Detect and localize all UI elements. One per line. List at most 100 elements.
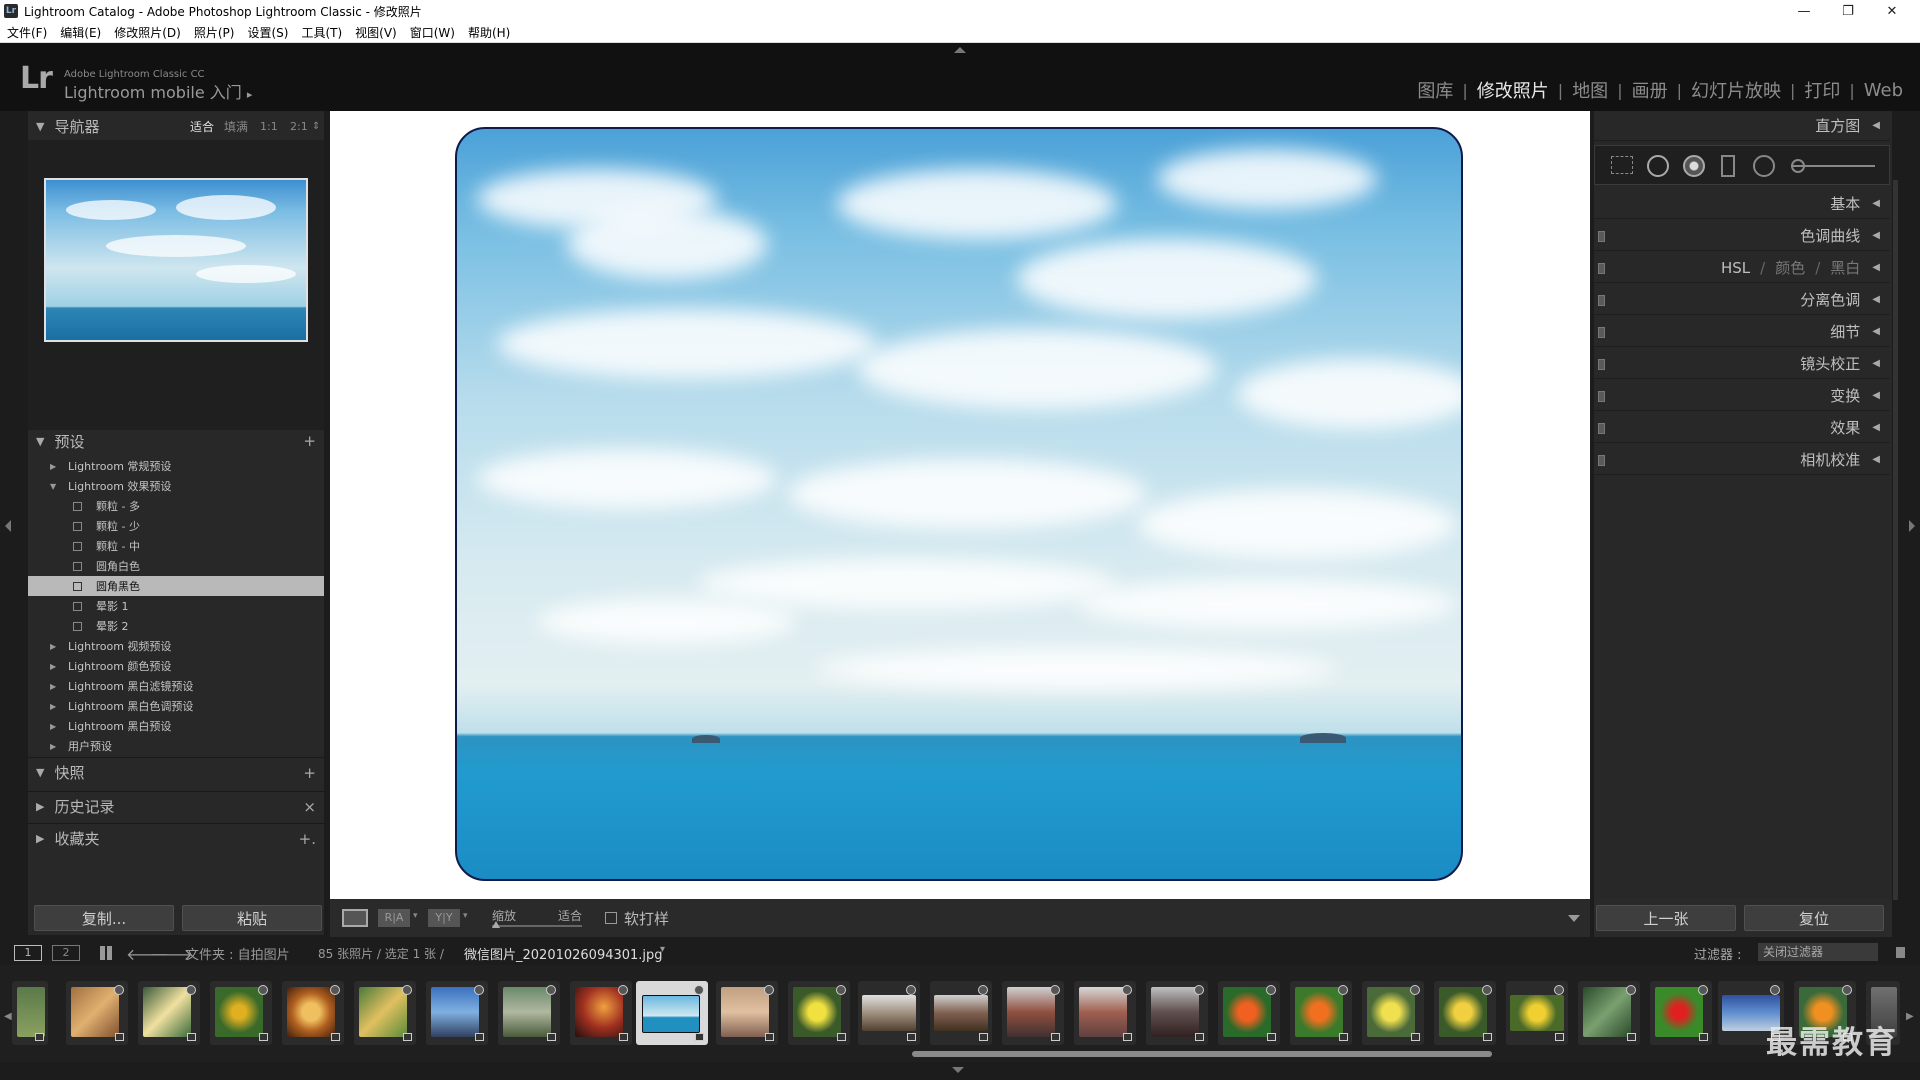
menu-file[interactable]: 文件(F) — [7, 24, 47, 41]
folder-label[interactable]: 文件夹 : 自拍图片 — [186, 944, 290, 963]
presets-header[interactable]: ▼ 预设 + — [28, 426, 324, 456]
previous-button[interactable]: 上一张 — [1596, 905, 1736, 931]
snapshots-header[interactable]: ▼ 快照 + — [28, 757, 324, 787]
filmstrip-thumbnail[interactable] — [1650, 981, 1712, 1045]
preset-folder[interactable]: ▶ 用户预设 — [28, 736, 324, 756]
filmstrip-thumbnail[interactable] — [426, 981, 488, 1045]
panel-toggle[interactable] — [1598, 423, 1605, 434]
before-after-lr-icon[interactable]: R|A — [378, 909, 410, 927]
menu-edit[interactable]: 编辑(E) — [60, 24, 101, 41]
right-panel-scrollbar[interactable] — [1893, 180, 1898, 900]
module-print[interactable]: 打印 — [1795, 77, 1849, 103]
filmstrip-thumbnail[interactable] — [1146, 981, 1208, 1045]
filmstrip-thumbnail[interactable] — [282, 981, 344, 1045]
filmstrip-thumbnail[interactable] — [1074, 981, 1136, 1045]
module-slideshow[interactable]: 幻灯片放映 — [1682, 77, 1790, 103]
panel-toggle[interactable] — [1598, 263, 1605, 274]
filename-dropdown-icon[interactable]: ▾ — [660, 944, 665, 955]
graduated-filter-icon[interactable] — [1721, 155, 1735, 177]
camera-calibration-section[interactable]: 相机校准 ◀ — [1594, 445, 1890, 475]
toolbar-menu-icon[interactable] — [1568, 915, 1580, 922]
panel-toggle[interactable] — [1598, 455, 1605, 466]
panel-toggle[interactable] — [1598, 359, 1605, 370]
preset-folder[interactable]: ▶ Lightroom 黑白色调预设 — [28, 696, 324, 716]
history-header[interactable]: ▶ 历史记录 × — [28, 791, 324, 821]
zoom-fill[interactable]: 填满 — [224, 118, 248, 135]
filmstrip-left-arrow-icon[interactable]: ◀ — [4, 1011, 12, 1022]
filmstrip-thumbnail[interactable] — [930, 981, 992, 1045]
menu-develop[interactable]: 修改照片(D) — [114, 24, 181, 41]
preset-item[interactable]: 颗粒 - 中 — [28, 536, 324, 556]
add-snapshot-icon[interactable]: + — [303, 764, 316, 782]
menu-photo[interactable]: 照片(P) — [194, 24, 235, 41]
hsl-section[interactable]: HSL / 颜色 / 黑白 ◀ — [1594, 253, 1890, 283]
main-photo[interactable] — [455, 127, 1463, 881]
preset-folder[interactable]: ▶ Lightroom 常规预设 — [28, 456, 324, 476]
transform-section[interactable]: 变换 ◀ — [1594, 381, 1890, 411]
panel-toggle[interactable] — [1598, 391, 1605, 402]
filmstrip-scrollbar[interactable] — [912, 1051, 1492, 1057]
menu-view[interactable]: 视图(V) — [355, 24, 397, 41]
menu-help[interactable]: 帮助(H) — [468, 24, 510, 41]
menu-window[interactable]: 窗口(W) — [410, 24, 455, 41]
filmstrip-thumbnail[interactable] — [1506, 981, 1568, 1045]
adjustment-brush-icon[interactable] — [1791, 159, 1805, 173]
preset-folder[interactable]: ▶ Lightroom 视频预设 — [28, 636, 324, 656]
preset-folder[interactable]: ▶ Lightroom 颜色预设 — [28, 656, 324, 676]
filmstrip-thumbnail[interactable] — [1434, 981, 1496, 1045]
basic-section[interactable]: 基本 ◀ — [1594, 189, 1890, 219]
filmstrip-thumbnail[interactable] — [12, 981, 48, 1045]
dropdown-icon[interactable]: ▾ — [463, 911, 468, 921]
filter-lock-icon[interactable] — [1896, 947, 1905, 958]
paste-button[interactable]: 粘贴 — [182, 905, 322, 931]
filmstrip-right-arrow-icon[interactable]: ▶ — [1906, 1011, 1914, 1022]
window-1-button[interactable]: 1 — [14, 945, 42, 961]
window-2-button[interactable]: 2 — [52, 945, 80, 961]
preset-item[interactable]: 圆角白色 — [28, 556, 324, 576]
zoom-2-1[interactable]: 2:1 — [290, 120, 308, 133]
filename[interactable]: 微信图片_20201026094301.jpg — [464, 944, 663, 963]
reset-button[interactable]: 复位 — [1744, 905, 1884, 931]
navigator-header[interactable]: ▼ 导航器 适合 填满 1:1 2:1 ⇕ — [28, 111, 324, 141]
filmstrip-thumbnail[interactable] — [1362, 981, 1424, 1045]
filmstrip-thumbnail[interactable] — [1578, 981, 1640, 1045]
module-web[interactable]: Web — [1855, 80, 1912, 101]
zoom-slider[interactable] — [492, 925, 582, 927]
preset-folder[interactable]: ▶ Lightroom 黑白滤镜预设 — [28, 676, 324, 696]
panel-toggle[interactable] — [1598, 327, 1605, 338]
preset-item[interactable]: 晕影 2 — [28, 616, 324, 636]
filmstrip-thumbnail[interactable] — [858, 981, 920, 1045]
collapse-top-icon[interactable] — [954, 47, 966, 53]
filmstrip-thumbnail[interactable] — [1002, 981, 1064, 1045]
filmstrip-thumbnail-selected[interactable] — [636, 981, 708, 1045]
dropdown-icon[interactable]: ▾ — [413, 911, 418, 921]
maximize-icon[interactable]: ❐ — [1826, 0, 1870, 22]
collections-header[interactable]: ▶ 收藏夹 +. — [28, 823, 324, 853]
effects-section[interactable]: 效果 ◀ — [1594, 413, 1890, 443]
preset-folder[interactable]: ▶ Lightroom 黑白预设 — [28, 716, 324, 736]
grid-view-icon[interactable] — [100, 946, 114, 960]
split-toning-section[interactable]: 分离色调 ◀ — [1594, 285, 1890, 315]
preset-item[interactable]: 颗粒 - 少 — [28, 516, 324, 536]
add-preset-icon[interactable]: + — [303, 432, 316, 450]
identity-plate[interactable]: Adobe Lightroom Classic CC Lightroom mob… — [64, 69, 252, 103]
loupe-view-icon[interactable] — [342, 909, 368, 927]
zoom-more-icon[interactable]: ⇕ — [312, 121, 320, 132]
navigator-thumbnail[interactable] — [44, 178, 308, 342]
softproof-checkbox[interactable] — [605, 912, 617, 924]
filmstrip-thumbnail[interactable] — [354, 981, 416, 1045]
preset-folder[interactable]: ▼ Lightroom 效果预设 — [28, 476, 324, 496]
module-map[interactable]: 地图 — [1563, 77, 1617, 103]
panel-toggle[interactable] — [1598, 231, 1605, 242]
collapse-right-icon[interactable] — [1909, 520, 1915, 532]
mobile-link[interactable]: Lightroom mobile 入门 — [64, 83, 242, 102]
filter-select[interactable]: 关闭过滤器 — [1758, 943, 1878, 961]
zoom-slider-thumb[interactable] — [492, 921, 500, 928]
module-library[interactable]: 图库 — [1408, 77, 1462, 103]
filmstrip-thumbnail[interactable] — [1290, 981, 1352, 1045]
red-eye-icon[interactable] — [1683, 155, 1705, 177]
radial-filter-icon[interactable] — [1753, 155, 1775, 177]
module-develop[interactable]: 修改照片 — [1468, 77, 1558, 103]
tone-curve-section[interactable]: 色调曲线 ◀ — [1594, 221, 1890, 251]
menu-settings[interactable]: 设置(S) — [247, 24, 288, 41]
